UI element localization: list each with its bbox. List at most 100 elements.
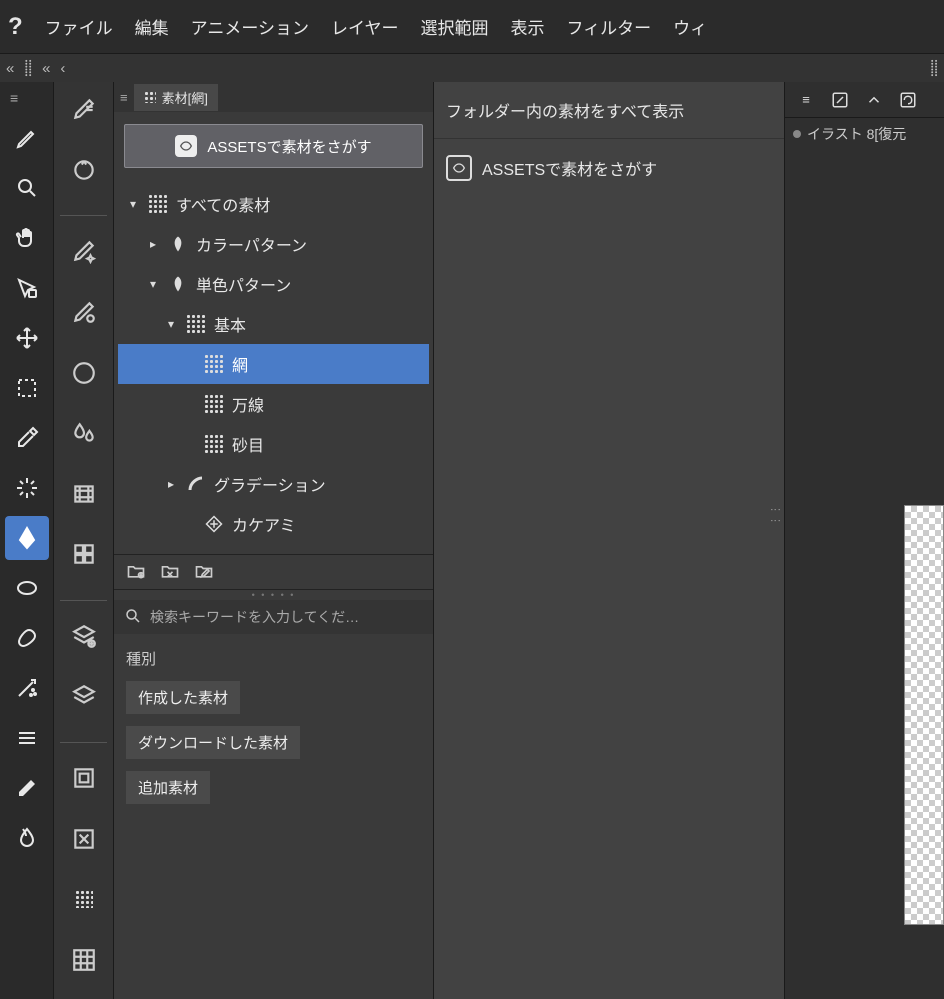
app-logo-icon[interactable]: ? <box>8 13 23 41</box>
menu-filter[interactable]: フィルター <box>567 14 652 39</box>
tool-eraser[interactable] <box>5 766 49 810</box>
menu-view[interactable]: 表示 <box>511 14 545 39</box>
subtool-pen-circle[interactable] <box>60 291 108 334</box>
pattern-icon <box>204 434 224 454</box>
document-tab[interactable]: イラスト 8[復元 <box>785 118 944 150</box>
pattern-icon <box>204 354 224 374</box>
tool-marquee[interactable] <box>5 366 49 410</box>
assets-search-button[interactable]: ASSETSで素材をさがす <box>124 124 423 168</box>
assets-icon <box>446 155 472 181</box>
tool-oval[interactable] <box>5 566 49 610</box>
tool-column: ≡ <box>0 82 54 999</box>
pattern-icon <box>148 194 168 214</box>
tree-mansen[interactable]: 万線 <box>118 384 429 424</box>
toolcol-menu-icon[interactable]: ≡ <box>0 90 18 106</box>
menu-layer[interactable]: レイヤー <box>331 14 399 39</box>
menu-edit[interactable]: 編集 <box>135 14 169 39</box>
canvas-preview[interactable] <box>904 505 944 925</box>
collapse-left2-icon[interactable]: « <box>42 60 50 77</box>
grip-right-icon[interactable]: ⸽⸽ <box>930 58 938 78</box>
leaf-icon <box>168 234 188 254</box>
preview-assets-link[interactable]: ASSETSで素材をさがす <box>434 139 784 197</box>
subtool-drops[interactable] <box>60 412 108 455</box>
subtool-frame1[interactable] <box>60 757 108 800</box>
tool-pencil[interactable] <box>5 116 49 160</box>
caret-right-icon: ▸ <box>146 237 160 251</box>
filter-additional[interactable]: 追加素材 <box>126 771 210 804</box>
tree-kakeami[interactable]: カケアミ <box>118 504 429 544</box>
assets-button-label: ASSETSで素材をさがす <box>207 136 371 157</box>
material-search-input[interactable] <box>150 609 423 625</box>
material-search-row <box>114 600 433 634</box>
filter-downloaded[interactable]: ダウンロードした素材 <box>126 726 300 759</box>
mat-menu-icon[interactable]: ≡ <box>120 90 128 105</box>
rc-spiral-icon[interactable] <box>895 87 921 113</box>
tool-sparkle[interactable] <box>5 466 49 510</box>
tree-basic[interactable]: ▾ 基本 <box>118 304 429 344</box>
tree-color-pattern[interactable]: ▸ カラーパターン <box>118 224 429 264</box>
subtool-layers[interactable] <box>60 675 108 718</box>
subtool-grid[interactable] <box>60 533 108 576</box>
material-tab[interactable]: 素材[網] <box>134 84 218 111</box>
search-icon <box>124 607 142 628</box>
menu-selection[interactable]: 選択範囲 <box>421 14 489 39</box>
tree-all-materials[interactable]: ▾ すべての素材 <box>118 184 429 224</box>
edit-folder-button[interactable] <box>194 561 214 584</box>
filter-created[interactable]: 作成した素材 <box>126 681 240 714</box>
tool-blend[interactable] <box>5 816 49 860</box>
material-tree: ▾ すべての素材 ▸ カラーパターン ▾ 単色パターン ▾ 基本 <box>114 178 433 554</box>
tool-airbrush[interactable] <box>5 666 49 710</box>
material-tab-label: 素材[網] <box>162 88 208 107</box>
subtool-pen1[interactable] <box>60 88 108 131</box>
subtool-layers-add[interactable] <box>60 615 108 658</box>
material-filters: 種別 作成した素材 ダウンロードした素材 追加素材 <box>114 634 433 818</box>
subtool-pen-star[interactable] <box>60 230 108 273</box>
pattern-icon <box>186 314 206 334</box>
tool-lines[interactable] <box>5 716 49 760</box>
material-preview-pane: フォルダー内の素材をすべて表示 ASSETSで素材をさがす ⋮⋮ <box>434 82 784 999</box>
subtool-circle[interactable] <box>60 351 108 394</box>
menu-window[interactable]: ウィ <box>673 14 707 39</box>
drag-handle-icon[interactable]: • • • • • <box>114 590 433 600</box>
rc-up-icon[interactable] <box>861 87 887 113</box>
tree-suname[interactable]: 砂目 <box>118 424 429 464</box>
pattern-icon <box>144 91 156 103</box>
tool-zoom[interactable] <box>5 166 49 210</box>
tool-brush[interactable] <box>5 616 49 660</box>
rc-edit-icon[interactable] <box>827 87 853 113</box>
tree-ami[interactable]: 網 <box>118 344 429 384</box>
filters-heading: 種別 <box>126 648 421 669</box>
caret-down-icon: ▾ <box>126 197 140 211</box>
tool-pen[interactable] <box>5 516 49 560</box>
subtool-film[interactable] <box>60 472 108 515</box>
collapse-left-icon[interactable]: « <box>6 60 14 77</box>
material-panel: ≡ 素材[網] ASSETSで素材をさがす ▾ すべての素材 ▸ カラーパターン <box>114 82 434 999</box>
top-strip: « ⸽⸽ « ‹ ⸽⸽ <box>0 54 944 82</box>
rc-menu-icon[interactable]: ≡ <box>793 87 819 113</box>
tool-hand[interactable] <box>5 216 49 260</box>
subtool-pattern[interactable] <box>60 878 108 921</box>
tree-mono-pattern[interactable]: ▾ 単色パターン <box>118 264 429 304</box>
tool-eyedropper[interactable] <box>5 416 49 460</box>
preview-showall-label[interactable]: フォルダー内の素材をすべて表示 <box>434 82 784 139</box>
caret-down-icon: ▾ <box>146 277 160 291</box>
menu-file[interactable]: ファイル <box>45 14 113 39</box>
resize-handle-icon[interactable]: ⋮⋮ <box>769 504 782 526</box>
assets-icon <box>175 135 197 157</box>
subtool-frame2[interactable] <box>60 817 108 860</box>
material-folder-toolbar <box>114 554 433 590</box>
delete-folder-button[interactable] <box>160 561 180 584</box>
subtool-grid2[interactable] <box>60 938 108 981</box>
leaf-icon <box>168 274 188 294</box>
grip-icon[interactable]: ⸽⸽ <box>24 58 32 78</box>
chevron-left-icon[interactable]: ‹ <box>60 60 65 77</box>
subtool-rotate[interactable] <box>60 149 108 192</box>
caret-down-icon: ▾ <box>164 317 178 331</box>
tool-move[interactable] <box>5 316 49 360</box>
app-menubar: ? ファイル 編集 アニメーション レイヤー 選択範囲 表示 フィルター ウィ <box>0 0 944 54</box>
tree-gradation[interactable]: ▸ グラデーション <box>118 464 429 504</box>
menu-animation[interactable]: アニメーション <box>191 14 309 39</box>
pattern-icon <box>204 394 224 414</box>
tool-objectselect[interactable] <box>5 266 49 310</box>
new-folder-button[interactable] <box>126 561 146 584</box>
